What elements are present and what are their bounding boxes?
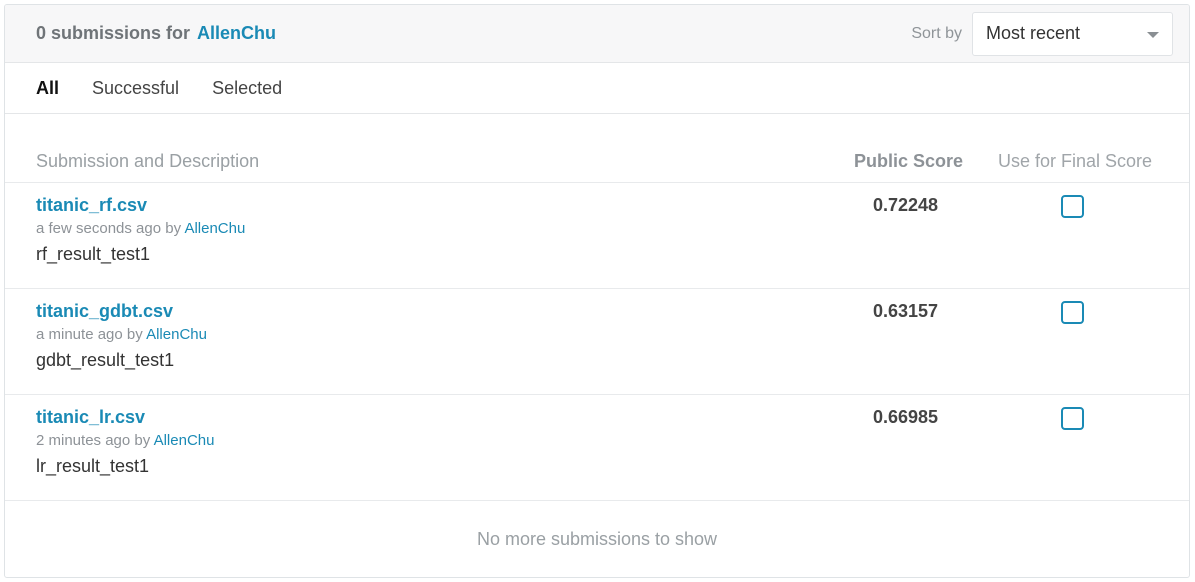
public-score: 0.72248 xyxy=(873,195,939,215)
table-row: titanic_gdbt.csv a minute ago by AllenCh… xyxy=(5,289,1189,395)
final-score-checkbox[interactable] xyxy=(1061,301,1084,324)
tab-successful[interactable]: Successful xyxy=(92,78,179,99)
submission-file-link[interactable]: titanic_lr.csv xyxy=(36,407,145,428)
tab-all[interactable]: All xyxy=(36,78,59,99)
public-score: 0.66985 xyxy=(873,407,939,427)
column-header-score[interactable]: Public Score xyxy=(854,151,963,172)
filter-tabs: All Successful Selected xyxy=(5,63,1189,114)
submissions-panel: 0 submissions for AllenChu Sort by Most … xyxy=(4,4,1190,578)
submissions-header: 0 submissions for AllenChu Sort by Most … xyxy=(5,5,1189,63)
submission-user-link[interactable]: AllenChu xyxy=(154,432,215,449)
submission-file-link[interactable]: titanic_gdbt.csv xyxy=(36,301,173,322)
submission-description: lr_result_test1 xyxy=(36,456,150,476)
sort-selected-value: Most recent xyxy=(986,23,1081,43)
final-score-checkbox[interactable] xyxy=(1061,407,1084,430)
submission-file-link[interactable]: titanic_rf.csv xyxy=(36,195,147,216)
chevron-down-icon xyxy=(1147,31,1159,38)
submission-count: 0 submissions for xyxy=(36,23,191,43)
public-score: 0.63157 xyxy=(873,301,939,321)
header-user-link[interactable]: AllenChu xyxy=(197,23,276,44)
final-score-checkbox[interactable] xyxy=(1061,195,1084,218)
submission-time: a few seconds ago xyxy=(36,220,162,237)
submission-meta: a minute ago by AllenChu xyxy=(36,326,207,343)
table-row: titanic_lr.csv 2 minutes ago by AllenChu… xyxy=(5,395,1189,501)
submission-by: by xyxy=(165,220,182,237)
submission-description: rf_result_test1 xyxy=(36,244,151,264)
end-of-list-message: No more submissions to show xyxy=(476,528,718,549)
submission-time: a minute ago xyxy=(36,326,123,343)
submission-user-link[interactable]: AllenChu xyxy=(146,326,207,343)
sort-label: Sort by xyxy=(911,24,962,42)
submission-meta: 2 minutes ago by AllenChu xyxy=(36,432,214,449)
submission-time: 2 minutes ago xyxy=(36,432,131,449)
submission-description: gdbt_result_test1 xyxy=(36,350,175,370)
submission-user-link[interactable]: AllenChu xyxy=(184,220,245,237)
submission-by: by xyxy=(134,432,151,449)
submission-meta: a few seconds ago by AllenChu xyxy=(36,220,245,237)
table-header: Submission and Description Public Score … xyxy=(5,114,1189,183)
column-header-description: Submission and Description xyxy=(36,151,260,171)
table-row: titanic_rf.csv a few seconds ago by Alle… xyxy=(5,183,1189,289)
sort-control: Sort by Most recent xyxy=(911,11,1173,56)
submission-by: by xyxy=(126,326,143,343)
tab-selected[interactable]: Selected xyxy=(212,78,282,99)
sort-dropdown[interactable]: Most recent xyxy=(972,11,1173,56)
column-header-final: Use for Final Score xyxy=(998,151,1153,171)
